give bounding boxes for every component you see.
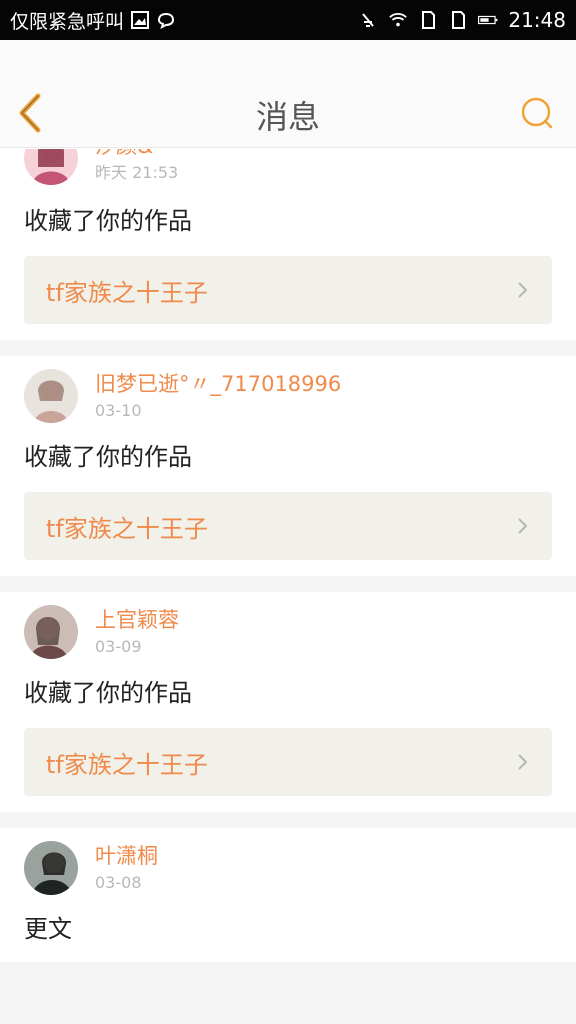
avatar[interactable] [24,369,78,423]
chevron-right-icon [518,518,528,534]
search-button[interactable] [520,96,554,130]
sim-icon [448,10,468,30]
username[interactable]: 旧梦已逝°〃_717018996 [95,370,341,398]
status-text: 仅限紧急呼叫 [10,10,125,33]
user-row: 叶潇桐 03-08 [24,828,552,904]
avatar[interactable] [24,149,78,185]
page-title: 消息 [255,98,320,136]
work-title: tf家族之十王子 [46,514,208,543]
user-meta: 上官颖蓉 03-09 [95,606,179,658]
timestamp: 03-09 [95,637,142,656]
timestamp: 昨天 21:53 [95,163,179,182]
timestamp: 03-08 [95,873,142,892]
list-item: 叶潇桐 03-08 更文 [0,828,576,962]
user-row: 上官颖蓉 03-09 [24,592,552,668]
sim-icon [418,10,438,30]
status-right: 21:48 [358,8,566,32]
action-text: 更文 [24,915,72,943]
work-title: tf家族之十王子 [46,750,208,779]
user-meta: 旧梦已逝°〃_717018996 03-10 [95,370,341,422]
timestamp: 03-10 [95,401,142,420]
username[interactable]: 汐颜& [95,149,178,160]
work-title: tf家族之十王子 [46,278,208,307]
search-icon [521,97,553,129]
username[interactable]: 叶潇桐 [95,842,158,870]
message-list: 汐颜& 昨天 21:53 收藏了你的作品 tf家族之十王子 旧梦已逝°〃_717… [0,149,576,1024]
user-row: 旧梦已逝°〃_717018996 03-10 [24,356,552,432]
avatar[interactable] [24,841,78,895]
user-meta: 叶潇桐 03-08 [95,842,158,894]
app-header: 消息 [0,40,576,148]
work-card[interactable]: tf家族之十王子 [24,728,552,796]
list-item: 旧梦已逝°〃_717018996 03-10 收藏了你的作品 tf家族之十王子 [0,356,576,576]
work-card[interactable]: tf家族之十王子 [24,492,552,560]
chevron-right-icon [518,754,528,770]
user-meta: 汐颜& 昨天 21:53 [95,149,178,184]
action-text: 收藏了你的作品 [24,207,192,235]
action-text: 收藏了你的作品 [24,679,192,707]
username[interactable]: 上官颖蓉 [95,606,179,634]
list-item: 汐颜& 昨天 21:53 收藏了你的作品 tf家族之十王子 [0,149,576,340]
status-time: 21:48 [508,8,566,32]
status-left: 仅限紧急呼叫 [10,7,176,34]
vibrate-off-icon [358,10,378,30]
battery-icon [478,10,498,30]
avatar[interactable] [24,605,78,659]
action-text: 收藏了你的作品 [24,443,192,471]
work-card[interactable]: tf家族之十王子 [24,256,552,324]
wifi-icon [388,10,408,30]
user-row: 汐颜& 昨天 21:53 [24,149,552,196]
list-item: 上官颖蓉 03-09 收藏了你的作品 tf家族之十王子 [0,592,576,812]
gallery-icon [130,10,150,30]
chevron-right-icon [518,282,528,298]
chat-bubble-icon [156,10,176,30]
status-bar: 仅限紧急呼叫 21:48 [0,0,576,40]
